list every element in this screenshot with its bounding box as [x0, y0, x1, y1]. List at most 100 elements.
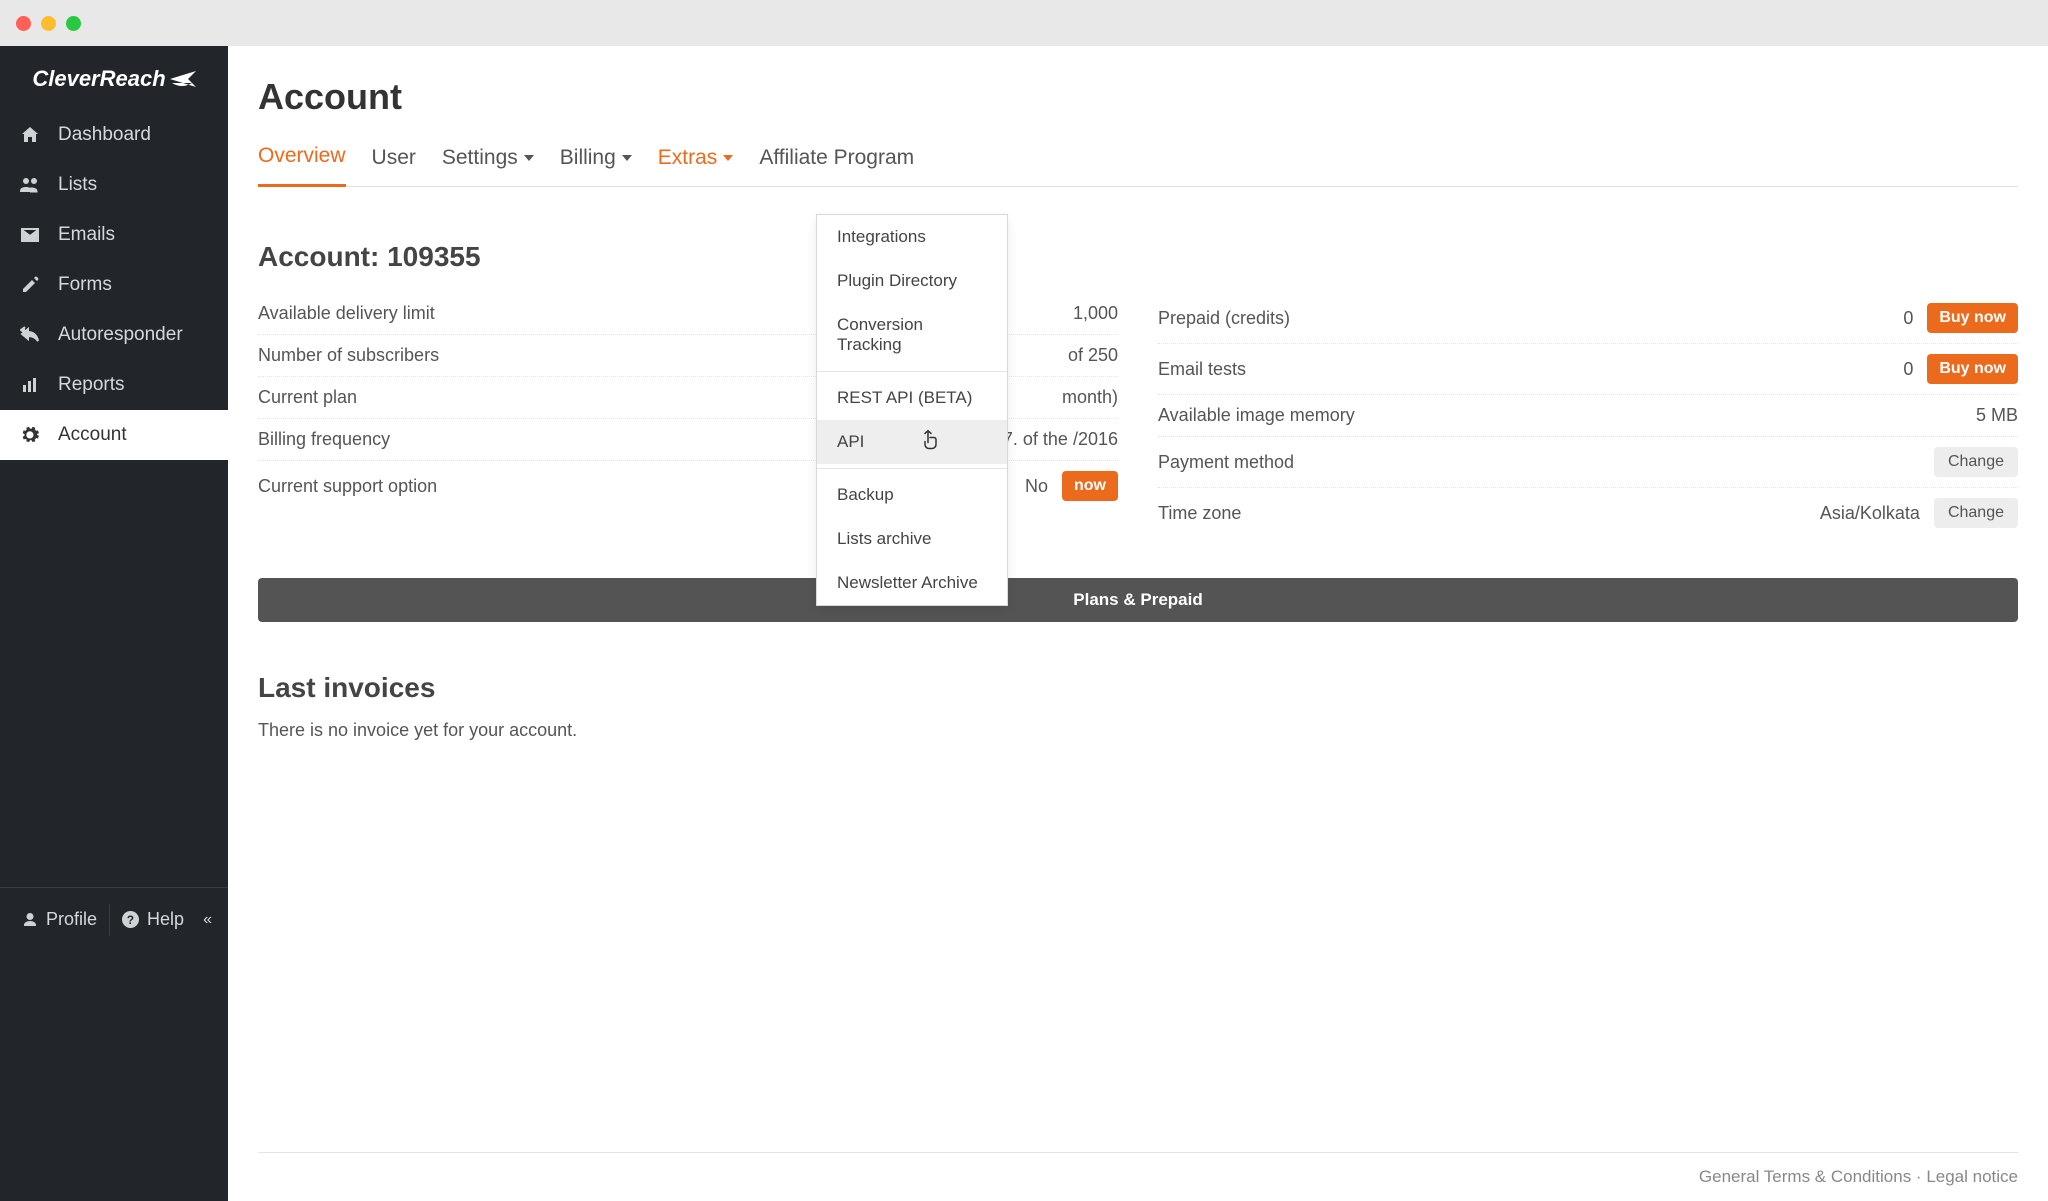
home-icon	[18, 125, 42, 145]
window-maximize-icon[interactable]	[66, 16, 81, 31]
kv-value: month)	[1062, 387, 1118, 408]
sidebar-item-label: Lists	[58, 174, 97, 196]
main-content: Account Overview User Settings Billing Extra…	[228, 46, 2048, 1201]
tab-label: Affiliate Program	[759, 146, 914, 170]
kv-label: Email tests	[1158, 359, 1903, 380]
sidebar-item-account[interactable]: Account	[0, 410, 228, 460]
tab-label: Settings	[442, 146, 518, 170]
reply-icon	[18, 325, 42, 345]
help-icon: ?	[122, 911, 139, 928]
dropdown-item-newsletter-archive[interactable]: Newsletter Archive	[817, 561, 1007, 605]
caret-down-icon	[723, 155, 733, 161]
help-label: Help	[147, 909, 184, 930]
dropdown-item-lists-archive[interactable]: Lists archive	[817, 517, 1007, 561]
account-heading: Account: 109355	[258, 241, 2018, 273]
caret-down-icon	[622, 155, 632, 161]
dropdown-item-integrations[interactable]: Integrations	[817, 215, 1007, 259]
window-minimize-icon[interactable]	[41, 16, 56, 31]
kv-row: Available image memory5 MB	[1158, 395, 2018, 437]
svg-text:?: ?	[127, 914, 134, 927]
window-chrome	[0, 0, 2048, 46]
caret-down-icon	[524, 155, 534, 161]
legal-link[interactable]: Legal notice	[1926, 1167, 2018, 1186]
tab-billing[interactable]: Billing	[560, 146, 632, 186]
kv-value: 0	[1903, 308, 1913, 329]
dropdown-item-conversion-tracking[interactable]: Conversion Tracking	[817, 303, 1007, 367]
sidebar-item-label: Autoresponder	[58, 324, 183, 346]
dropdown-item-rest-api-beta-[interactable]: REST API (BETA)	[817, 376, 1007, 420]
brand-text: CleverReach	[32, 66, 165, 92]
window-close-icon[interactable]	[16, 16, 31, 31]
kv-row: Email tests0 Buy now	[1158, 344, 2018, 395]
paper-plane-icon	[170, 71, 196, 87]
page-title: Account	[258, 76, 2018, 118]
now-button[interactable]: now	[1062, 471, 1118, 501]
tab-affiliate-program[interactable]: Affiliate Program	[759, 146, 914, 186]
profile-link[interactable]: Profile	[10, 888, 109, 951]
dropdown-separator	[817, 371, 1007, 372]
tab-overview[interactable]: Overview	[258, 144, 346, 187]
buy-now-button[interactable]: Buy now	[1927, 303, 2018, 333]
tab-settings[interactable]: Settings	[442, 146, 534, 186]
invoices-title: Last invoices	[258, 672, 2018, 704]
help-link[interactable]: ? Help	[110, 888, 196, 951]
kv-row: Time zoneAsia/Kolkata Change	[1158, 488, 2018, 538]
collapse-sidebar-icon[interactable]: «	[203, 911, 218, 929]
edit-icon	[18, 275, 42, 295]
kv-value: 5 MB	[1976, 405, 2018, 426]
page-footer: General Terms & Conditions · Legal notic…	[258, 1152, 2018, 1201]
terms-link[interactable]: General Terms & Conditions	[1699, 1167, 1911, 1186]
kv-label: Available image memory	[1158, 405, 1976, 426]
kv-value: of 250	[1068, 345, 1118, 366]
extras-dropdown: IntegrationsPlugin DirectoryConversion T…	[816, 214, 1008, 606]
kv-value: No	[1025, 476, 1048, 497]
change-button[interactable]: Change	[1934, 498, 2018, 528]
kv-row: Payment method Change	[1158, 437, 2018, 488]
account-right-column: Prepaid (credits)0Buy nowEmail tests0Buy…	[1158, 293, 2018, 538]
dropdown-separator	[817, 468, 1007, 469]
profile-label: Profile	[46, 909, 97, 930]
sidebar-item-lists[interactable]: Lists	[0, 160, 228, 210]
envelope-icon	[18, 225, 42, 245]
tab-label: User	[372, 146, 416, 170]
brand-logo: CleverReach	[0, 46, 228, 110]
dropdown-item-backup[interactable]: Backup	[817, 473, 1007, 517]
sidebar-item-label: Reports	[58, 374, 125, 396]
sidebar-item-label: Forms	[58, 274, 112, 296]
dropdown-item-plugin-directory[interactable]: Plugin Directory	[817, 259, 1007, 303]
kv-label: Prepaid (credits)	[1158, 308, 1903, 329]
gear-icon	[18, 425, 42, 445]
user-icon	[22, 912, 38, 928]
tab-user[interactable]: User	[372, 146, 416, 186]
sidebar-item-autoresponder[interactable]: Autoresponder	[0, 310, 228, 360]
sidebar-item-label: Account	[58, 424, 127, 446]
sidebar-item-reports[interactable]: Reports	[0, 360, 228, 410]
sidebar-item-forms[interactable]: Forms	[0, 260, 228, 310]
dropdown-item-api[interactable]: API	[817, 420, 1007, 464]
users-icon	[18, 175, 42, 195]
kv-label: Time zone	[1158, 503, 1820, 524]
bars-icon	[18, 375, 42, 395]
cursor-icon	[921, 430, 939, 455]
plans-prepaid-button[interactable]: Plans & Prepaid	[258, 578, 2018, 622]
sidebar: CleverReach Dashboard Lists Emails Forms Aut…	[0, 46, 228, 1201]
kv-value: 1,000	[1073, 303, 1118, 324]
sidebar-footer: Profile ? Help «	[0, 887, 228, 951]
change-button[interactable]: Change	[1934, 447, 2018, 477]
kv-label: Payment method	[1158, 452, 1920, 473]
tab-label: Overview	[258, 144, 346, 168]
kv-value: 0	[1903, 359, 1913, 380]
tab-extras[interactable]: Extras	[658, 146, 734, 186]
sidebar-nav: Dashboard Lists Emails Forms Autoresponder Re…	[0, 110, 228, 460]
account-tabs: Overview User Settings Billing Extras Affilia…	[258, 144, 2018, 187]
buy-now-button[interactable]: Buy now	[1927, 354, 2018, 384]
sidebar-item-label: Dashboard	[58, 124, 151, 146]
tab-label: Billing	[560, 146, 616, 170]
sidebar-item-label: Emails	[58, 224, 115, 246]
invoices-text: There is no invoice yet for your account…	[258, 720, 2018, 741]
kv-row: Prepaid (credits)0 Buy now	[1158, 293, 2018, 344]
sidebar-item-emails[interactable]: Emails	[0, 210, 228, 260]
kv-value: Asia/Kolkata	[1820, 503, 1920, 524]
sidebar-item-dashboard[interactable]: Dashboard	[0, 110, 228, 160]
tab-label: Extras	[658, 146, 718, 170]
